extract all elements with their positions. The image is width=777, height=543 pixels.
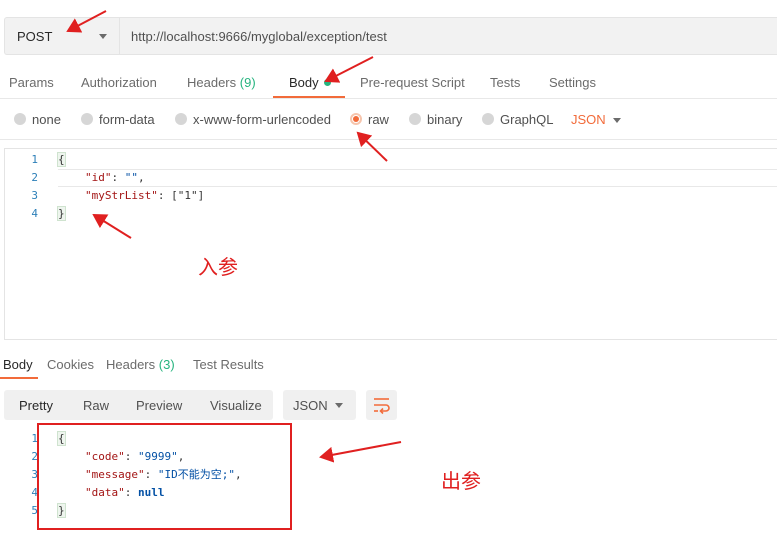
arrow-icon (356, 131, 388, 162)
arrow-icon (324, 56, 374, 83)
annotation-arrows (66, 10, 402, 463)
arrow-icon (92, 213, 132, 239)
arrow-icon (66, 10, 107, 33)
arrow-icon (319, 441, 402, 463)
